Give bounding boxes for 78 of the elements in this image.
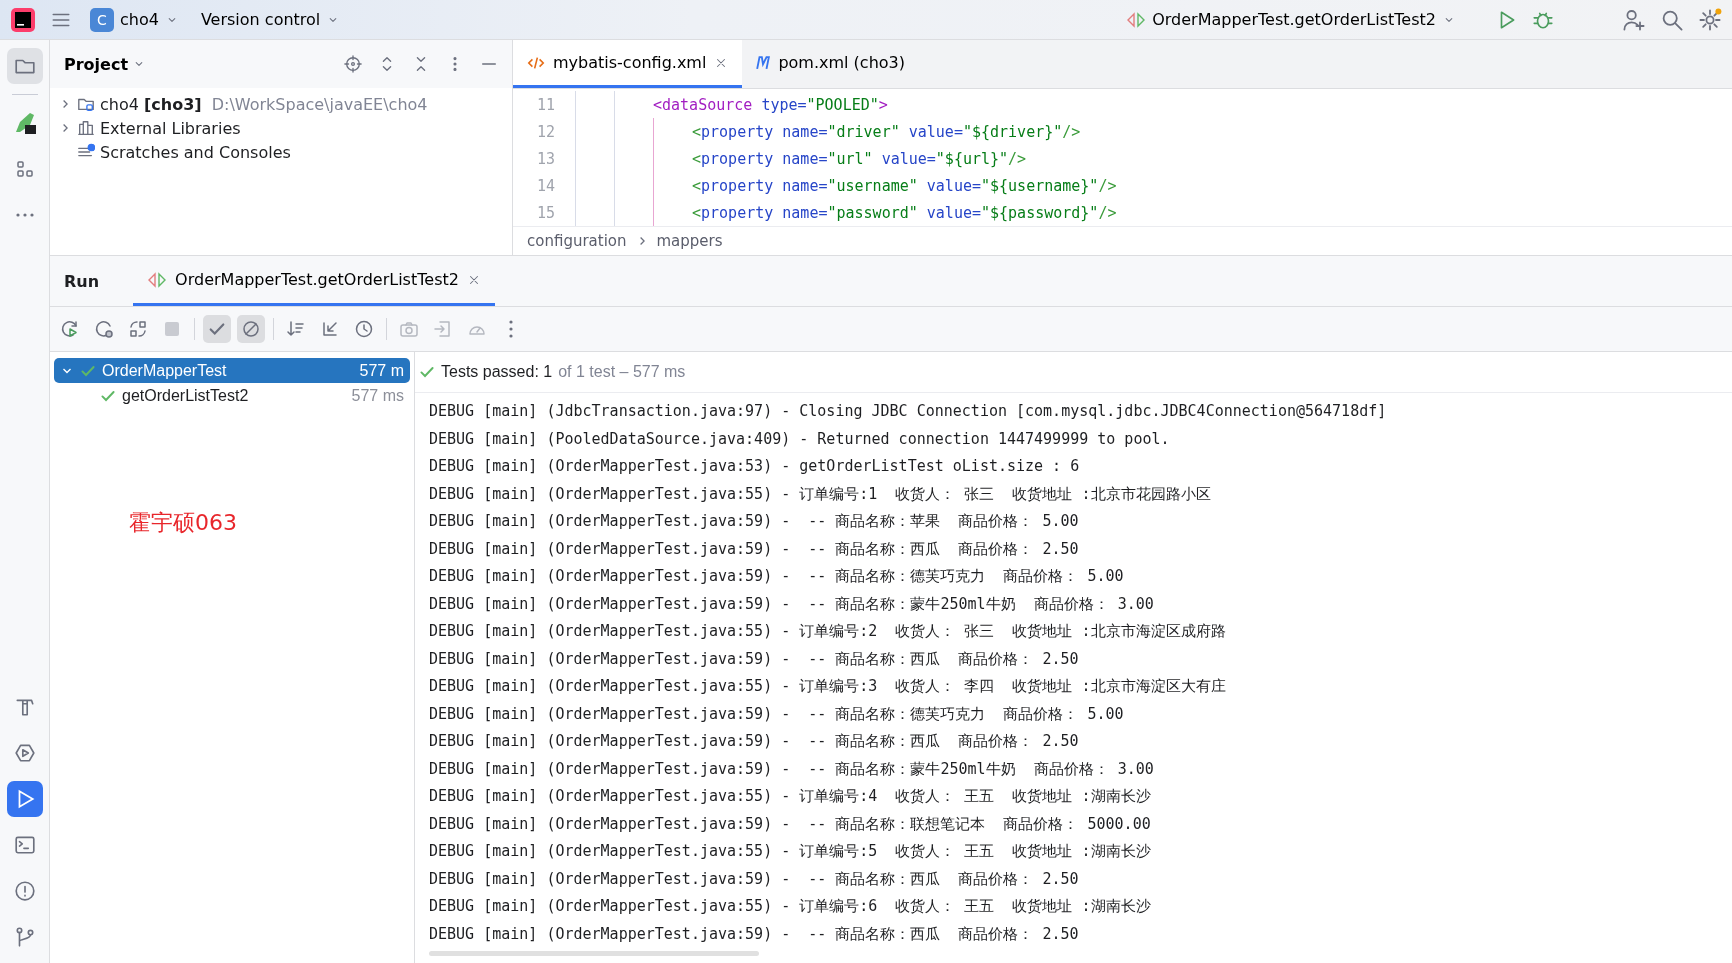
console-line: DEBUG [main] (OrderMapperTest.java:59) - -- 商品名称：联想笔记本 商品价格： 5000.00 xyxy=(429,813,1152,835)
line-number: 12 xyxy=(535,122,556,141)
structure-icon xyxy=(14,159,35,179)
breadcrumb[interactable]: configuration xyxy=(527,232,627,250)
console-line: DEBUG [main] (OrderMapperTest.java:59) - -- 商品名称：西瓜 商品价格： 2.50 xyxy=(429,868,1080,890)
stop-icon xyxy=(164,321,180,337)
show-passed-button[interactable] xyxy=(203,315,231,343)
camera-icon xyxy=(399,319,419,339)
run-configuration-selector[interactable]: OrderMapperTest.getOrderListTest2 xyxy=(1120,9,1462,30)
console-line: DEBUG [main] (OrderMapperTest.java:59) - -- 商品名称：西瓜 商品价格： 2.50 xyxy=(429,923,1080,945)
check-icon xyxy=(419,364,435,380)
run-panel-title: Run xyxy=(64,270,101,293)
annotation-text: 霍宇硕063 xyxy=(129,509,237,537)
line-number: 15 xyxy=(535,203,556,222)
workspace-switcher[interactable]: C cho4 xyxy=(86,3,183,36)
test-status: Tests passed: 1 xyxy=(441,363,553,381)
ignored-icon xyxy=(241,319,261,339)
console-line: DEBUG [main] (OrderMapperTest.java:59) - -- 商品名称：西瓜 商品价格： 2.50 xyxy=(429,648,1080,670)
app-logo-icon[interactable] xyxy=(10,6,36,33)
clock-icon xyxy=(354,319,374,339)
console-line: DEBUG [main] (PooledDataSource.java:409) - Returned connection 1447499999 to pool. xyxy=(429,428,1171,450)
settings-icon[interactable] xyxy=(1698,7,1722,32)
console-line: DEBUG [main] (OrderMapperTest.java:55) - 订单编号:6 收货人： 王五 收货地址 :湖南长沙 xyxy=(429,896,1152,917)
more-icon xyxy=(15,213,34,217)
diamond-pair-icon xyxy=(147,271,168,288)
project-tree-item[interactable]: Scratches and Consoles xyxy=(50,140,512,164)
code-line: <property name="driver" value="${driver}"/> xyxy=(692,122,1081,141)
branch-icon xyxy=(13,926,36,948)
line-number: 14 xyxy=(535,176,556,195)
export-icon xyxy=(433,319,453,339)
locate-icon[interactable] xyxy=(344,55,362,73)
code-line: <property name="password" value="${password}"/> xyxy=(692,203,1117,222)
editor-tab[interactable]: pom.xml (cho3) xyxy=(742,40,919,88)
console-line: DEBUG [main] (OrderMapperTest.java:53) - getOrderListTest oList.size : 6 xyxy=(429,456,1081,477)
console-line: DEBUG [main] (OrderMapperTest.java:55) - 订单编号:3 收货人： 李四 收货地址 :北京市海淀区大有庄 xyxy=(429,676,1227,697)
m-icon xyxy=(756,55,771,70)
console-line: DEBUG [main] (OrderMapperTest.java:59) - -- 商品名称：德芙巧克力 商品价格： 5.00 xyxy=(429,703,1125,725)
more-icon xyxy=(509,320,513,338)
project-tool-button[interactable] xyxy=(6,48,43,84)
warning-circle-icon xyxy=(13,880,36,902)
console-line: DEBUG [main] (OrderMapperTest.java:59) - -- 商品名称：蒙牛250ml牛奶 商品价格： 3.00 xyxy=(429,593,1155,615)
version-control-menu[interactable]: Version control xyxy=(196,6,345,33)
project-tree-item[interactable]: External Libraries xyxy=(50,116,512,140)
rerun-icon xyxy=(60,319,80,339)
console-line: DEBUG [main] (OrderMapperTest.java:55) - 订单编号:5 收货人： 王五 收货地址 :湖南长沙 xyxy=(429,841,1152,862)
arrow-down-left-icon xyxy=(320,319,340,339)
project-view-selector[interactable]: Project xyxy=(64,54,147,74)
project-tree-item[interactable]: cho4 [cho3] D:\WorkSpace\javaEE\cho4 xyxy=(50,92,512,116)
console-line: DEBUG [main] (JdbcTransaction.java:97) - Closing JDBC Connection [com.mysql.jdbc.JDBC4Connection@564718df] xyxy=(429,401,1388,422)
console-line: DEBUG [main] (OrderMapperTest.java:55) - 订单编号:4 收货人： 王五 收货地址 :湖南长沙 xyxy=(429,786,1152,807)
test-summary: of 1 test – 577 ms xyxy=(558,363,686,381)
show-ignored-button[interactable] xyxy=(237,315,265,343)
console-line: DEBUG [main] (OrderMapperTest.java:55) - 订单编号:2 收货人： 张三 收货地址 :北京市海淀区成府路 xyxy=(429,621,1227,642)
test-tree-row[interactable]: OrderMapperTest 577 m xyxy=(54,358,410,383)
code-line: <property name="username" value="${username}"/> xyxy=(692,176,1117,195)
line-number: 13 xyxy=(535,149,556,168)
console-line: DEBUG [main] (OrderMapperTest.java:55) - 订单编号:1 收货人： 张三 收货地址 :北京市花园路小区 xyxy=(429,483,1212,505)
test-tree-row[interactable]: getOrderListTest2 577 ms xyxy=(54,383,410,408)
add-user-icon[interactable] xyxy=(1622,7,1646,32)
console-line: DEBUG [main] (OrderMapperTest.java:59) - -- 商品名称：蒙牛250ml牛奶 商品价格： 3.00 xyxy=(429,758,1155,780)
sort-icon xyxy=(286,319,306,339)
line-number: 11 xyxy=(535,95,556,114)
code-line: <property name="url" value="${url}"/> xyxy=(692,149,1027,168)
library-icon xyxy=(77,119,95,137)
check-icon xyxy=(208,320,226,338)
diamond-pair-icon xyxy=(1126,11,1147,28)
console-line: DEBUG [main] (OrderMapperTest.java:59) - -- 商品名称：西瓜 商品价格： 2.50 xyxy=(429,731,1080,752)
console-line: DEBUG [main] (OrderMapperTest.java:59) - -- 商品名称：西瓜 商品价格： 2.50 xyxy=(429,538,1080,560)
console-line: DEBUG [main] (OrderMapperTest.java:59) - -- 商品名称：德芙巧克力 商品价格： 5.00 xyxy=(429,566,1125,587)
rerun-failed-icon xyxy=(94,319,114,339)
console-line: DEBUG [main] (OrderMapperTest.java:59) - -- 商品名称：苹果 商品价格： 5.00 xyxy=(429,511,1080,532)
hexagon-play-icon xyxy=(13,742,36,764)
editor-tab[interactable]: mybatis-config.xml xyxy=(513,40,743,88)
run-tool-button[interactable] xyxy=(6,781,43,817)
cycle-icon xyxy=(128,319,148,339)
breadcrumb[interactable]: mappers xyxy=(656,232,723,250)
terminal-icon xyxy=(13,834,36,856)
code-line: <dataSource type="POOLED"> xyxy=(653,95,888,114)
